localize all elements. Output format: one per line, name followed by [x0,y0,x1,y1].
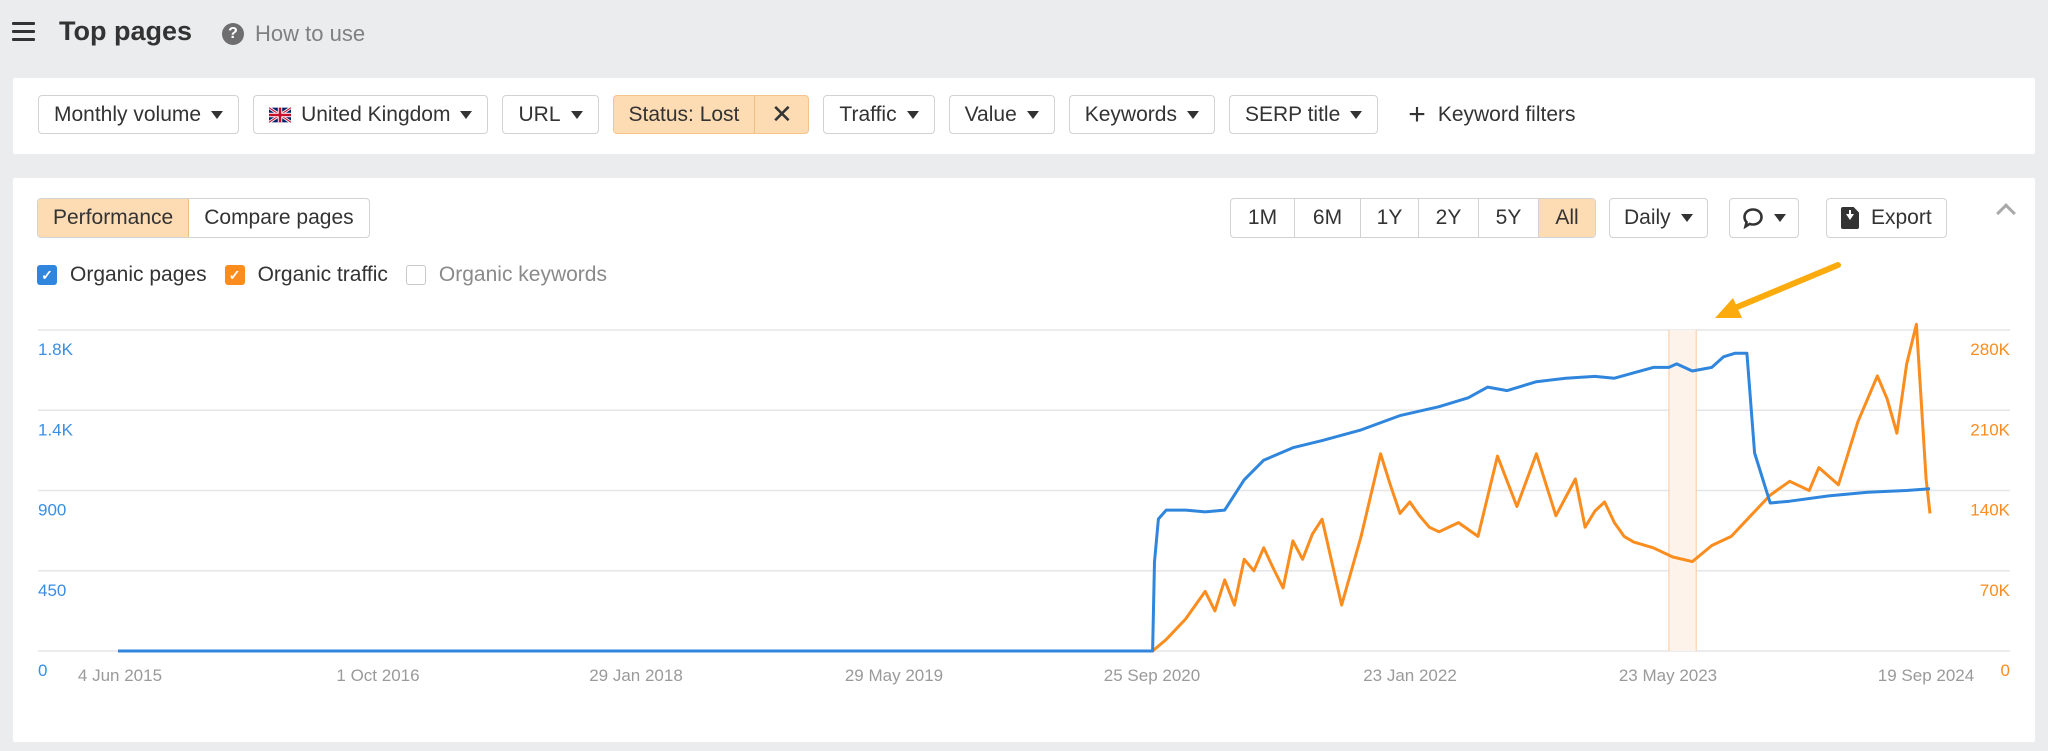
x-tick: 1 Oct 2016 [336,666,419,685]
y-tick-left: 1.8K [38,340,74,359]
y-tick-right: 210K [1970,420,2010,439]
x-axis: 4 Jun 2015 1 Oct 2016 29 Jan 2018 29 May 20… [78,666,1974,685]
arrow-shaft [1727,262,1841,313]
x-tick: 29 May 2019 [845,666,943,685]
x-tick: 23 May 2023 [1619,666,1717,685]
x-tick: 23 Jan 2022 [1363,666,1457,685]
y-tick-left: 900 [38,501,66,520]
x-tick: 19 Sep 2024 [1878,666,1974,685]
x-tick: 29 Jan 2018 [589,666,683,685]
y-tick-right: 280K [1970,340,2010,359]
y-tick-left: 1.4K [38,420,74,439]
y-tick-left: 0 [38,661,47,680]
grid-lines [38,329,2010,652]
y-tick-left: 450 [38,581,66,600]
annotation-arrow [1715,262,1841,318]
y-tick-right: 0 [2001,661,2010,680]
series-organic-traffic [118,322,1932,653]
y-axis-right: 0 70K 140K 210K 280K [1970,340,2010,680]
highlight-rect [1668,330,1697,651]
series-lines [118,322,1932,653]
series-organic-pages [118,351,1931,653]
x-tick: 25 Sep 2020 [1104,666,1200,685]
y-tick-right: 70K [1980,581,2011,600]
x-tick: 4 Jun 2015 [78,666,162,685]
performance-chart: 0 450 900 1.4K 1.8K 0 70K 140K 210K 280K 4 Jun 2… [38,262,2011,685]
y-axis-left: 0 450 900 1.4K 1.8K [38,340,74,680]
highlight-band [1668,330,1697,651]
y-tick-right: 140K [1970,501,2010,520]
